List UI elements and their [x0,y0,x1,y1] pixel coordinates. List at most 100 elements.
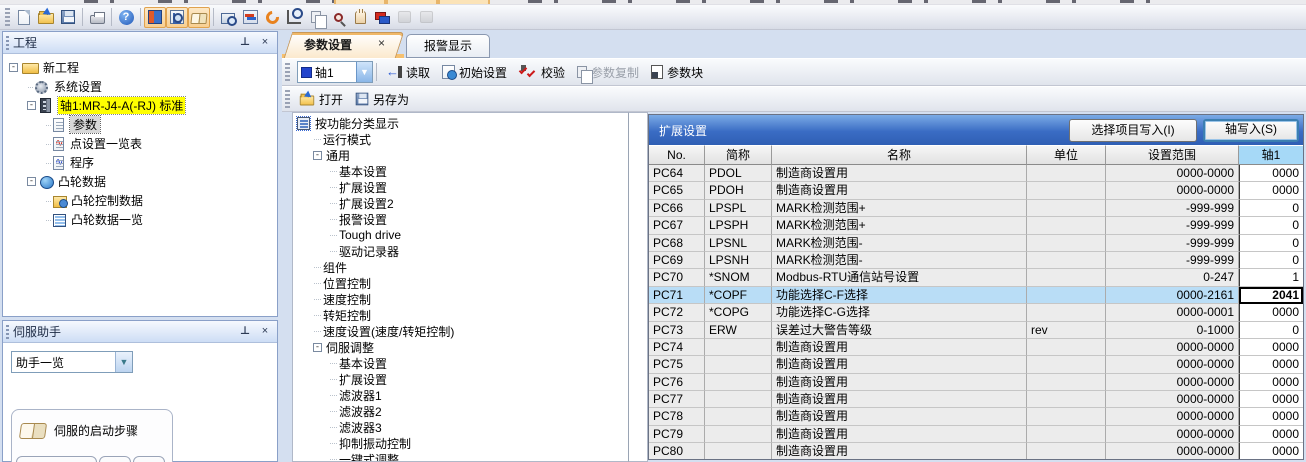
column-header[interactable]: 设置范围 [1106,145,1239,165]
function-tree-item[interactable]: ····速度设置(速度/转矩控制) [295,323,628,339]
copy-button[interactable] [305,7,327,28]
chevron-down-icon[interactable]: ▼ [356,62,372,82]
function-tree-item[interactable]: ····速度控制 [295,291,628,307]
table-row[interactable]: PC66LPSPLMARK检测范围+-999-9990 [649,200,1303,217]
table-row[interactable]: PC76制造商设置用0000-00000000 [649,374,1303,391]
expander-minus-icon[interactable]: - [9,63,18,72]
function-tree-item[interactable]: ····扩展设置2 [295,195,628,211]
function-tree-item[interactable]: 按功能分类显示 [295,115,628,131]
tree-item[interactable]: ···点设置一览表 [3,134,277,153]
axis-value-cell[interactable]: 0000 [1239,339,1303,356]
grayed-tool-button[interactable] [393,7,415,28]
function-tree-item[interactable]: ····抑制振动控制 [295,435,628,451]
print-button[interactable] [86,7,108,28]
table-row[interactable]: PC78制造商设置用0000-00000000 [649,408,1303,425]
startup-step-tab[interactable]: 机械 [133,456,165,462]
column-header[interactable]: 单位 [1027,145,1106,165]
toolbar-button[interactable]: 校验 [513,60,571,84]
function-tree-item[interactable]: ····一键式调整 [295,451,628,462]
axis-value-cell[interactable]: 0 [1239,217,1303,234]
transfer-button[interactable] [239,7,261,28]
pin-icon[interactable]: ⊥ [237,35,253,50]
grayed-tool2-button[interactable] [415,7,437,28]
axis-value-cell[interactable]: 1 [1239,269,1303,286]
tree-scroll-area[interactable] [628,112,648,462]
table-row[interactable]: PC64PDOL制造商设置用0000-00000000 [649,165,1303,182]
function-tree-item[interactable]: ····基本设置 [295,163,628,179]
tab-close-icon[interactable]: × [378,36,385,50]
function-tree-item[interactable]: ····报警设置 [295,211,628,227]
tree-item[interactable]: -新工程 [3,58,277,77]
assistant-book-button[interactable] [188,7,210,28]
flags-button[interactable] [371,7,393,28]
rotate-test-button[interactable] [261,7,283,28]
function-tree-item[interactable]: ····滤波器3 [295,419,628,435]
table-row[interactable]: PC79制造商设置用0000-00000000 [649,426,1303,443]
axis-value-cell[interactable]: 0000 [1239,391,1303,408]
axis-value-cell[interactable]: 0 [1239,322,1303,339]
function-tree-item[interactable]: ····运行模式 [295,131,628,147]
search-red-button[interactable] [327,7,349,28]
tree-search-button[interactable] [166,7,188,28]
axis-value-cell[interactable]: 0000 [1239,356,1303,373]
tree-item[interactable]: ···凸轮数据一览 [3,210,277,229]
function-tree-item[interactable]: ····滤波器1 [295,387,628,403]
tab-alarm-display[interactable]: 报警显示 [406,34,490,58]
help-button[interactable]: ? [115,7,137,28]
axis-value-cell[interactable]: 0000 [1239,304,1303,321]
table-row[interactable]: PC69LPSNHMARK检测范围--999-9990 [649,252,1303,269]
column-header[interactable]: No. [649,145,705,165]
axis-write-button[interactable]: 轴写入(S) [1203,119,1299,142]
toolbar-button[interactable]: 初始设置 [436,60,513,84]
read-button[interactable]: 读取 [380,60,436,84]
axis-value-cell[interactable]: 2041 [1239,287,1303,304]
table-row[interactable]: PC74制造商设置用0000-00000000 [649,339,1303,356]
function-tree-item[interactable]: ····滤波器2 [295,403,628,419]
hand-pointer-button[interactable] [349,7,371,28]
table-row[interactable]: PC70*SNOMModbus-RTU通信站号设置0-2471 [649,269,1303,286]
axis-graph-button[interactable] [283,7,305,28]
function-tree-item[interactable]: ····扩展设置 [295,371,628,387]
table-row[interactable]: PC65PDOH制造商设置用0000-00000000 [649,182,1303,199]
startup-step-tab[interactable]: 伺服 电机 [99,456,131,462]
write-selected-items-button[interactable]: 选择项目写入(I) [1069,119,1197,142]
chevron-down-icon[interactable]: ▼ [115,352,132,372]
file-toolbar-button[interactable]: 另存为 [349,87,415,111]
tab-parameter-settings-label[interactable]: 参数设置 [304,36,352,53]
function-tree-item[interactable]: ····组件 [295,259,628,275]
function-tree-item[interactable]: ····驱动记录器 [295,243,628,259]
expander-minus-icon[interactable]: - [27,177,36,186]
expander-minus-icon[interactable]: - [313,151,322,160]
axis-value-cell[interactable]: 0 [1239,252,1303,269]
project-panel-button[interactable] [144,7,166,28]
tree-item[interactable]: ···程序 [3,153,277,172]
function-tree-item[interactable]: ····Tough drive [295,227,628,243]
expander-minus-icon[interactable]: - [313,343,322,352]
toolbar-grip[interactable] [285,90,290,108]
pin-icon[interactable]: ⊥ [237,324,253,339]
column-header[interactable]: 简称 [705,145,772,165]
open-file-button[interactable] [35,7,57,28]
startup-step-tab[interactable]: step1伺服 放大器 [16,456,97,462]
axis-value-cell[interactable]: 0000 [1239,443,1303,459]
axis-value-cell[interactable]: 0 [1239,235,1303,252]
axis-value-cell[interactable]: 0000 [1239,408,1303,425]
function-tree-item[interactable]: ····扩展设置 [295,179,628,195]
toolbar-button[interactable]: 参数块 [645,60,709,84]
axis-value-cell[interactable]: 0000 [1239,374,1303,391]
axis-value-cell[interactable]: 0000 [1239,165,1303,182]
function-tree-item[interactable]: ····位置控制 [295,275,628,291]
expander-minus-icon[interactable]: - [27,101,36,110]
tree-item[interactable]: -轴1:MR-J4-A(-RJ) 标准 [3,96,277,115]
project-panel-header[interactable]: 工程 ⊥ × [3,32,277,54]
tree-item[interactable]: -凸轮数据 [3,172,277,191]
table-row[interactable]: PC73ERW误差过大警告等级rev0-10000 [649,322,1303,339]
close-icon[interactable]: × [257,324,273,339]
tree-item[interactable]: ···凸轮控制数据 [3,191,277,210]
function-tree-item[interactable]: -通用 [295,147,628,163]
new-file-button[interactable] [13,7,35,28]
monitor-search-button[interactable] [217,7,239,28]
table-row[interactable]: PC72*COPG功能选择C-G选择0000-00010000 [649,304,1303,321]
table-row[interactable]: PC71*COPF功能选择C-F选择0000-21612041 [649,287,1303,304]
file-toolbar-button[interactable]: 打开 [293,87,349,111]
